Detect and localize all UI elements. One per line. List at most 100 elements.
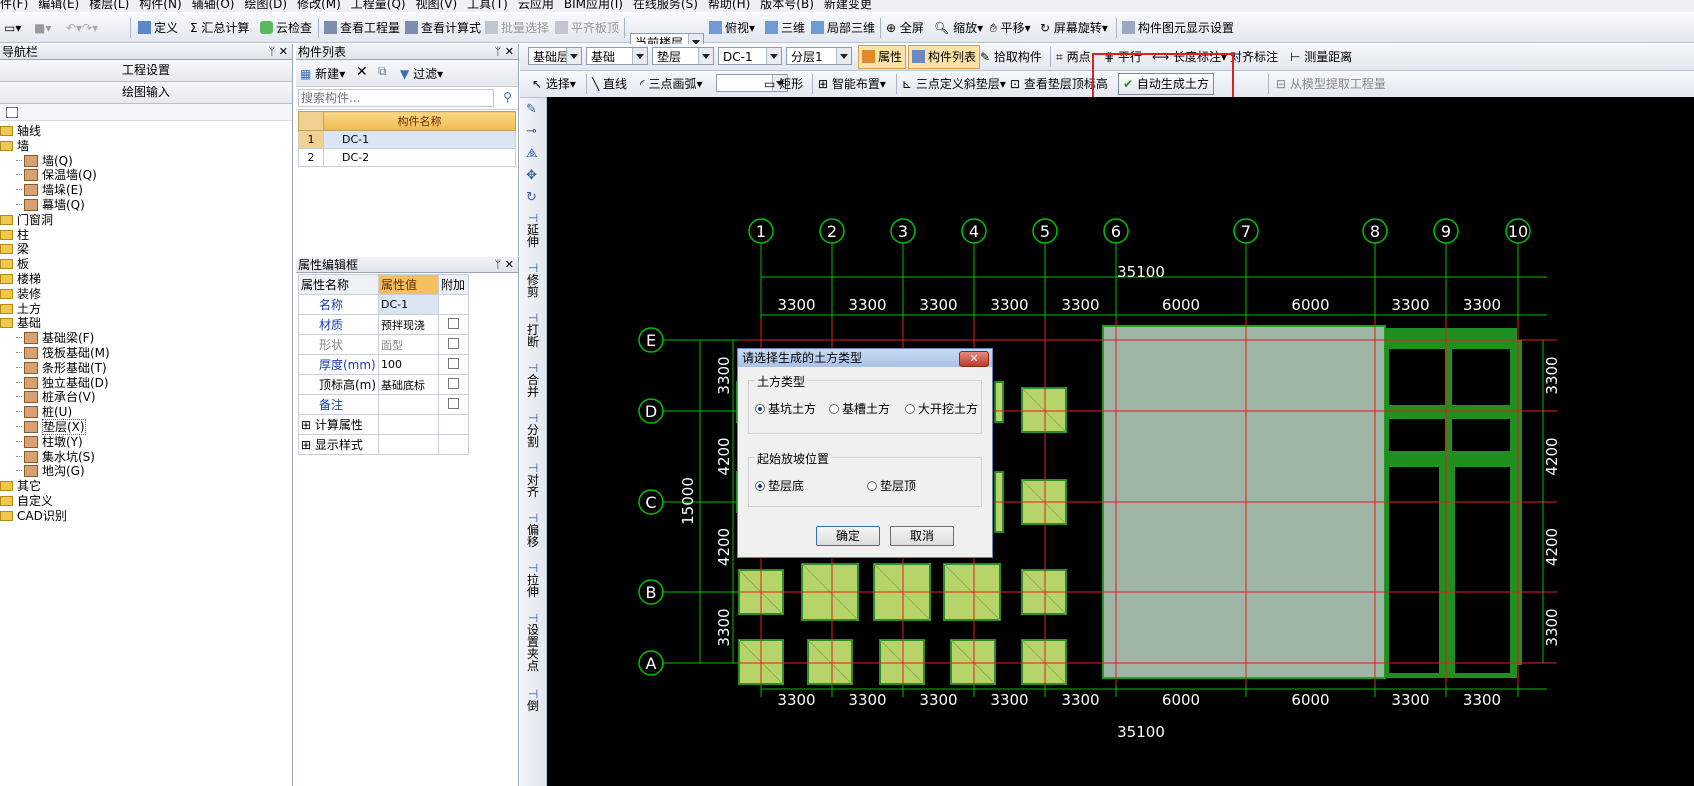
- search-icon[interactable]: ⚲: [503, 90, 512, 104]
- rotate-button[interactable]: ↻ 屏幕旋转▾: [1040, 16, 1108, 40]
- tree-item[interactable]: 保温墙(Q): [16, 167, 97, 183]
- category-select[interactable]: 基础: [586, 47, 648, 65]
- measure-button[interactable]: ⊢ 测量距离: [1290, 45, 1352, 69]
- tool-icon[interactable]: ↻: [526, 190, 537, 205]
- project-settings-button[interactable]: 工程设置: [0, 60, 292, 82]
- tree-item[interactable]: 幕墙(Q): [16, 197, 85, 213]
- tree-folder[interactable]: 墙: [0, 138, 29, 154]
- layer-select[interactable]: 基础层: [528, 47, 582, 65]
- tool-icon[interactable]: ⧌: [526, 146, 538, 161]
- delete-icon[interactable]: ✕: [356, 64, 368, 80]
- foundation-pad[interactable]: [994, 381, 1004, 423]
- tree-folder[interactable]: 柱: [0, 227, 29, 243]
- radio-pad-bottom[interactable]: 垫层底: [755, 479, 804, 493]
- vertical-tool-button[interactable]: ⊣ 打断: [524, 312, 542, 348]
- menu-item[interactable]: 构件(N): [139, 0, 181, 10]
- tree-folder[interactable]: 轴线: [0, 123, 41, 139]
- vertical-tool-button[interactable]: ⊣ 偏移: [524, 512, 542, 548]
- tool-icon[interactable]: ✎: [526, 102, 537, 117]
- property-row[interactable]: ⊞ 计算属性: [298, 414, 469, 435]
- checkbox[interactable]: [448, 357, 459, 369]
- select-button[interactable]: ↖ 选择▾: [532, 72, 576, 96]
- checkbox[interactable]: [448, 337, 459, 349]
- tree-folder[interactable]: 装修: [0, 286, 41, 302]
- property-row[interactable]: 形状 面型: [298, 334, 469, 355]
- menu-item[interactable]: BIM应用(I): [564, 0, 623, 10]
- vertical-tool-button[interactable]: ⊣ 分割: [524, 412, 542, 448]
- menu-item[interactable]: 件(F): [0, 0, 28, 10]
- top-view-button[interactable]: 俯视▾: [709, 16, 755, 40]
- arc-button[interactable]: ◜ 三点画弧▾: [640, 72, 703, 96]
- tree-item[interactable]: 基础梁(F): [16, 330, 94, 346]
- tree-folder[interactable]: 自定义: [0, 493, 53, 509]
- undo-icon[interactable]: ↶▾↷▾: [66, 16, 98, 40]
- expand-icon[interactable]: ⊞: [301, 418, 315, 432]
- pan-button[interactable]: ✋︎ 平移▾: [990, 16, 1031, 40]
- pin-close-icons[interactable]: ᛘ ✕: [269, 44, 288, 60]
- three-d-button[interactable]: 三维: [765, 16, 805, 40]
- property-row[interactable]: 厚度(mm) 100: [298, 354, 469, 375]
- new-button[interactable]: ▦ 新建▾: [300, 65, 345, 82]
- save-icon[interactable]: ■▾: [34, 16, 51, 40]
- menu-item[interactable]: 工具(T): [467, 0, 508, 10]
- checkbox[interactable]: [448, 317, 459, 329]
- sublayer-select[interactable]: 分层1: [786, 47, 852, 65]
- open-icon[interactable]: ▭▾: [4, 16, 21, 40]
- tree-item[interactable]: 地沟(G): [16, 463, 85, 479]
- local-3d-button[interactable]: 局部三维: [811, 16, 875, 40]
- property-row[interactable]: 顶标高(m) 基础底标: [298, 374, 469, 395]
- tool-icon[interactable]: ⊸: [526, 124, 537, 139]
- menu-item[interactable]: 工程量(Q): [351, 0, 406, 10]
- pick-component-button[interactable]: ✎ 拾取构件: [980, 45, 1042, 69]
- table-row[interactable]: 1 DC-1: [298, 130, 516, 149]
- vertical-tool-button[interactable]: ⊣ 倒: [524, 688, 542, 712]
- checkbox[interactable]: [448, 377, 459, 389]
- menu-item[interactable]: 编辑(E): [38, 0, 79, 10]
- menu-item[interactable]: 版本号(B): [760, 0, 814, 10]
- view-formula-button[interactable]: 查看计算式: [405, 16, 481, 40]
- batch-select-button[interactable]: 批量选择: [485, 16, 549, 40]
- tree-folder[interactable]: 基础: [0, 315, 41, 331]
- checkbox[interactable]: [448, 397, 459, 409]
- tree-folder[interactable]: 其它: [0, 478, 41, 494]
- tree-folder[interactable]: 土方: [0, 301, 41, 317]
- tree-item[interactable]: 墙(Q): [16, 153, 73, 169]
- menu-item[interactable]: 修改(M): [297, 0, 341, 10]
- close-icon[interactable]: ✕: [959, 351, 989, 367]
- menu-item[interactable]: 在线服务(S): [633, 0, 698, 10]
- tree-item[interactable]: 柱墩(Y): [16, 434, 83, 450]
- copy-icon[interactable]: ⧉: [378, 64, 387, 79]
- rect-button[interactable]: ▭ 矩形: [764, 72, 803, 96]
- two-point-button[interactable]: ⌗ 两点: [1056, 45, 1091, 69]
- collapse-icon[interactable]: [6, 107, 18, 118]
- vertical-tool-button[interactable]: ⊣ 修剪: [524, 262, 542, 298]
- tree-item[interactable]: 条形基础(T): [16, 360, 107, 376]
- type-select[interactable]: 垫层: [652, 47, 714, 65]
- vertical-tool-button[interactable]: ⊣ 拉伸: [524, 562, 542, 598]
- align-dim-button[interactable]: 对齐标注: [1230, 45, 1278, 69]
- component-list-toggle[interactable]: 构件列表: [908, 45, 981, 69]
- drawing-canvas[interactable]: 1 2 3 4 5 6 7 8 9 10 E D C B A 35100 3300 3300 3300 3300 330…: [547, 97, 1694, 786]
- tree-folder[interactable]: 楼梯: [0, 271, 41, 287]
- properties-toggle[interactable]: 属性: [858, 45, 907, 69]
- tree-item[interactable]: 墙垛(E): [16, 182, 83, 198]
- menu-item[interactable]: 新建变更: [824, 0, 872, 10]
- cancel-button[interactable]: 取消: [890, 526, 954, 546]
- pin-close-icons[interactable]: ᛘ ✕: [495, 257, 514, 273]
- draw-input-button[interactable]: 绘图输入: [0, 82, 292, 104]
- tool-icon[interactable]: ✥: [526, 168, 537, 183]
- vertical-tool-button[interactable]: ⊣ 对齐: [524, 462, 542, 498]
- menu-item[interactable]: 绘图(D): [244, 0, 287, 10]
- view-quantity-button[interactable]: 查看工程量: [324, 16, 400, 40]
- tree-item[interactable]: 桩(U): [16, 404, 72, 420]
- filter-button[interactable]: ▼ 过滤▾: [400, 65, 443, 82]
- smart-layout-button[interactable]: ⊞ 智能布置▾: [818, 72, 886, 96]
- slope-pad-button[interactable]: ⊾ 三点定义斜垫层▾: [902, 72, 1006, 96]
- tree-item[interactable]: 集水坑(S): [16, 449, 95, 465]
- table-row[interactable]: 2 DC-2: [298, 148, 516, 167]
- tree-folder[interactable]: 板: [0, 256, 29, 272]
- menu-item[interactable]: 云应用: [518, 0, 554, 10]
- line-button[interactable]: ╲ 直线: [592, 72, 627, 96]
- property-row[interactable]: 名称 DC-1: [298, 294, 469, 315]
- component-select[interactable]: DC-1: [718, 47, 782, 65]
